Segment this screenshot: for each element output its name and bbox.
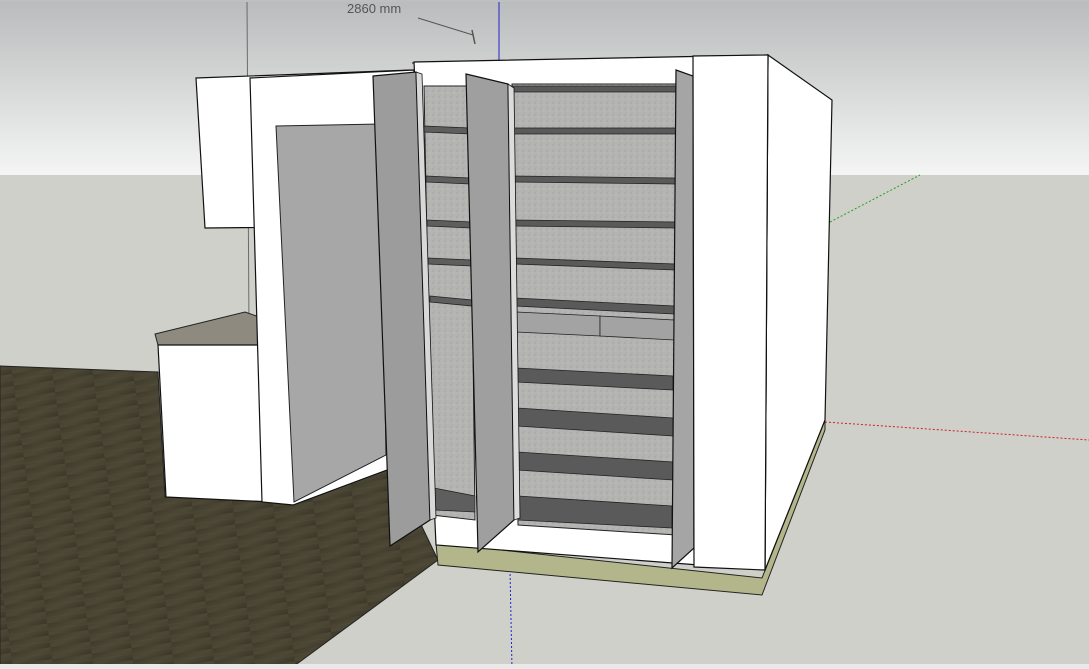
viewport-bottom-border	[0, 664, 1089, 669]
base-cabinet	[157, 344, 273, 503]
right-door	[671, 69, 695, 570]
side-panel-recess	[275, 123, 387, 503]
3d-scene[interactable]: 2860 mm	[0, 0, 1089, 669]
viewport-top-border	[0, 0, 1089, 2]
right-panel	[692, 54, 769, 571]
dimension-label: 2860 mm	[347, 1, 401, 16]
modeling-viewport[interactable]: 2860 mm	[0, 0, 1089, 669]
